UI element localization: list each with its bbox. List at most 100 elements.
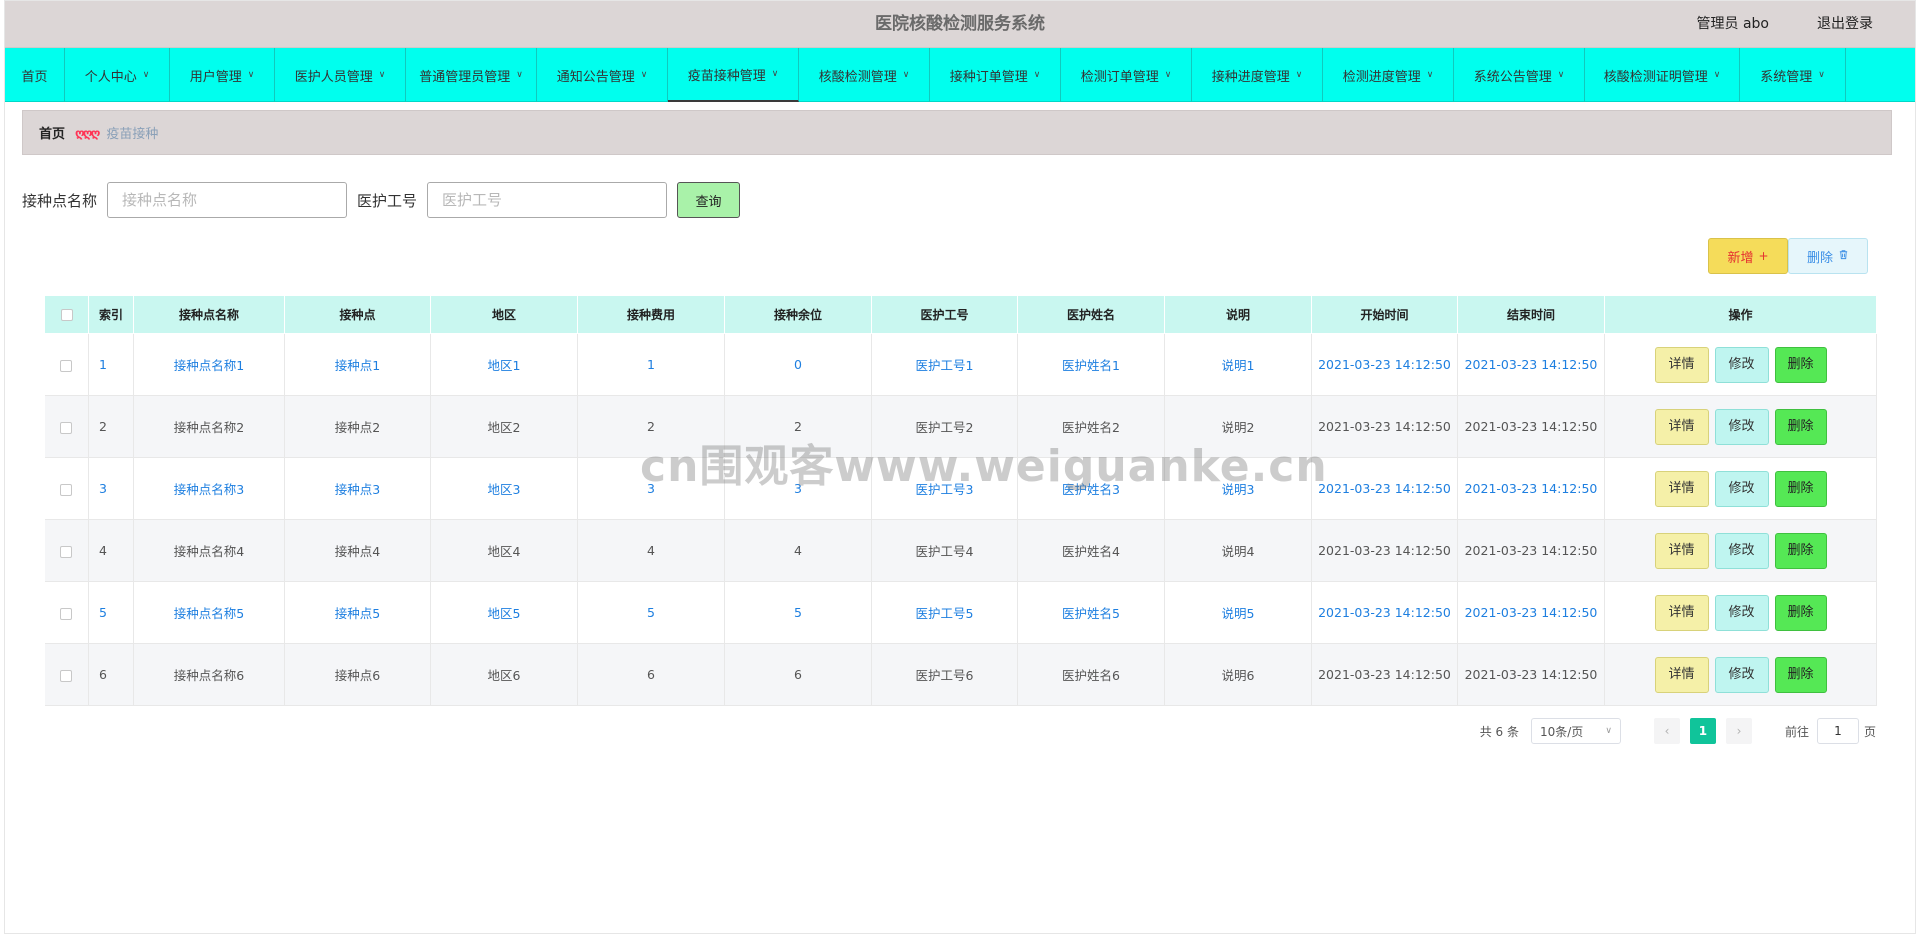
row-actions: 详情 修改 删除	[1604, 519, 1877, 582]
chevron-down-icon: ∨	[902, 70, 910, 80]
chevron-down-icon: ∨	[771, 69, 779, 79]
chevron-down-icon: ∨	[1605, 726, 1612, 736]
select-all-checkbox[interactable]	[60, 309, 73, 321]
cell-site-name: 接种点名称3	[133, 457, 285, 520]
cell-staff-no: 医护工号6	[871, 643, 1018, 706]
col-header: 接种费用	[577, 295, 725, 334]
delete-row-button[interactable]: 删除	[1774, 656, 1827, 693]
nav-item[interactable]: 核酸检测管理 ∨	[799, 48, 930, 102]
chevron-down-icon: ∨	[1295, 70, 1303, 80]
cell-staff-name: 医护姓名4	[1017, 519, 1165, 582]
detail-button[interactable]: 详情	[1654, 532, 1709, 569]
row-select-cell	[44, 581, 89, 644]
row-checkbox[interactable]	[60, 669, 73, 682]
chevron-down-icon: ∨	[247, 70, 255, 80]
nav-item[interactable]: 个人中心 ∨	[65, 48, 170, 102]
cell-site-name: 接种点名称5	[133, 581, 285, 644]
cell-site: 接种点6	[284, 643, 431, 706]
nav-item[interactable]: 接种进度管理 ∨	[1192, 48, 1323, 102]
row-checkbox[interactable]	[60, 483, 73, 496]
edit-button[interactable]: 修改	[1714, 470, 1769, 507]
page-number-button[interactable]: 1	[1689, 718, 1716, 744]
batch-delete-button[interactable]: 删除	[1788, 238, 1868, 274]
edit-button[interactable]: 修改	[1714, 408, 1769, 445]
cell-index: 1	[88, 333, 134, 396]
query-button[interactable]: 查询	[677, 182, 741, 218]
cell-remaining: 3	[724, 457, 872, 520]
cell-staff-name: 医护姓名3	[1017, 457, 1165, 520]
detail-button[interactable]: 详情	[1654, 470, 1709, 507]
nav-item[interactable]: 检测进度管理 ∨	[1323, 48, 1454, 102]
breadcrumb-separator-icon: ღღღ	[75, 125, 100, 140]
nav-item[interactable]: 普通管理员管理 ∨	[406, 48, 537, 102]
goto-page-input[interactable]	[1816, 718, 1859, 744]
cell-site: 接种点5	[284, 581, 431, 644]
table-row: 2 接种点名称2 接种点2 地区2 2 2 医护工号2 医护姓名2 说明2 2021-03-23 …	[44, 395, 1877, 458]
nav-item[interactable]: 医护人员管理 ∨	[275, 48, 406, 102]
row-select-cell	[44, 643, 89, 706]
nav-item[interactable]: 核酸检测证明管理 ∨	[1585, 48, 1740, 102]
edit-button[interactable]: 修改	[1714, 346, 1769, 383]
nav-item-label: 普通管理员管理	[419, 69, 511, 85]
detail-button[interactable]: 详情	[1654, 408, 1709, 445]
nav-item[interactable]: 用户管理 ∨	[170, 48, 275, 102]
row-checkbox[interactable]	[60, 421, 73, 434]
delete-row-button[interactable]: 删除	[1774, 470, 1827, 507]
breadcrumb-home[interactable]: 首页	[39, 123, 65, 142]
edit-button[interactable]: 修改	[1714, 656, 1769, 693]
chevron-down-icon: ∨	[378, 70, 386, 80]
staff-no-input[interactable]	[427, 182, 668, 218]
next-page-button[interactable]: ›	[1725, 718, 1752, 744]
site-name-input[interactable]	[107, 182, 348, 218]
nav-item[interactable]: 首页	[5, 48, 65, 102]
nav-item-label: 医护人员管理	[294, 69, 373, 85]
cell-remaining: 6	[724, 643, 872, 706]
cell-start: 2021-03-23 14:12:50	[1311, 581, 1458, 644]
nav-item[interactable]: 系统公告管理 ∨	[1454, 48, 1585, 102]
delete-row-button[interactable]: 删除	[1774, 532, 1827, 569]
logout-link[interactable]: 退出登录	[1817, 1, 1873, 48]
vaccination-table: 索引 接种点名称 接种点 地区 接种费用 接种余位 医护工号 医护姓名 说明 开…	[44, 295, 1877, 706]
nav-item[interactable]: 检测订单管理 ∨	[1061, 48, 1192, 102]
edit-button[interactable]: 修改	[1714, 532, 1769, 569]
detail-button[interactable]: 详情	[1654, 594, 1709, 631]
cell-region: 地区1	[430, 333, 578, 396]
cell-region: 地区5	[430, 581, 578, 644]
nav-item-label: 疫苗接种管理	[687, 68, 766, 84]
row-checkbox[interactable]	[60, 359, 73, 372]
table-row: 3 接种点名称3 接种点3 地区3 3 3 医护工号3 医护姓名3 说明3 2021-03-23 …	[44, 457, 1877, 520]
select-all-header	[44, 295, 89, 334]
nav-item[interactable]: 系统管理 ∨	[1740, 48, 1846, 102]
nav-item[interactable]: 接种订单管理 ∨	[930, 48, 1061, 102]
cell-fee: 5	[577, 581, 725, 644]
edit-button[interactable]: 修改	[1714, 594, 1769, 631]
chevron-down-icon: ∨	[1818, 70, 1825, 80]
delete-row-button[interactable]: 删除	[1774, 346, 1827, 383]
nav-item-label: 系统管理	[1760, 69, 1813, 85]
chevron-down-icon: ∨	[1713, 70, 1721, 80]
add-button[interactable]: 新增 +	[1708, 238, 1788, 274]
row-checkbox[interactable]	[60, 607, 73, 620]
chevron-down-icon: ∨	[516, 70, 523, 80]
table-row: 6 接种点名称6 接种点6 地区6 6 6 医护工号6 医护姓名6 说明6 2021-03-23 …	[44, 643, 1877, 706]
col-header: 医护姓名	[1017, 295, 1165, 334]
row-checkbox[interactable]	[60, 545, 73, 558]
detail-button[interactable]: 详情	[1654, 346, 1709, 383]
delete-row-button[interactable]: 删除	[1774, 594, 1827, 631]
cell-staff-name: 医护姓名6	[1017, 643, 1165, 706]
cell-start: 2021-03-23 14:12:50	[1311, 333, 1458, 396]
cell-region: 地区6	[430, 643, 578, 706]
delete-row-button[interactable]: 删除	[1774, 408, 1827, 445]
trash-icon	[1838, 249, 1849, 263]
cell-note: 说明4	[1164, 519, 1312, 582]
plus-icon: +	[1758, 249, 1769, 263]
col-header: 接种余位	[724, 295, 872, 334]
detail-button[interactable]: 详情	[1654, 656, 1709, 693]
page-size-select[interactable]: 10条/页 ∨	[1530, 718, 1621, 744]
prev-page-button[interactable]: ‹	[1653, 718, 1680, 744]
nav-item-label: 检测进度管理	[1342, 69, 1421, 85]
row-actions: 详情 修改 删除	[1604, 457, 1877, 520]
nav-item[interactable]: 通知公告管理 ∨	[537, 48, 668, 102]
col-header: 索引	[88, 295, 134, 334]
nav-item[interactable]: 疫苗接种管理 ∨	[668, 48, 799, 102]
